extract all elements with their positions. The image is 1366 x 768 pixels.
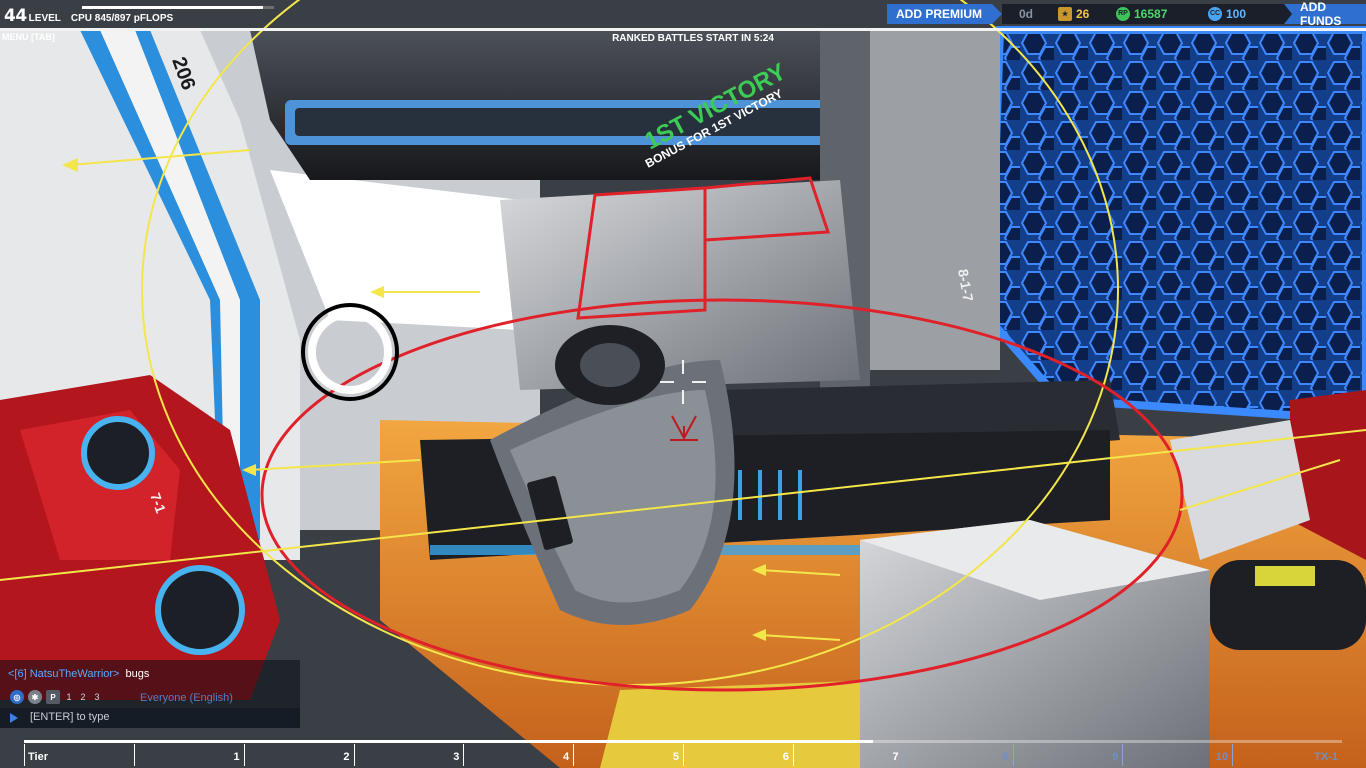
chat-message: <[6] NatsuTheWarrior> bugs (8, 668, 149, 680)
tier-label-3: 3 (353, 744, 464, 766)
game-viewport: 1ST VICTORY BONUS FOR 1ST VICTORY 206 7-… (0, 0, 1366, 768)
cc-coin-icon: CC (1208, 6, 1222, 21)
chat-arrow-icon (10, 713, 18, 723)
tier-label-8: 8 (902, 744, 1013, 766)
tier-label-11: TX-1 (1232, 744, 1342, 766)
chat-tab-1[interactable]: 1 (64, 692, 74, 702)
chat-input-placeholder: [ENTER] to type (30, 711, 110, 723)
robits-counter: RP 16587 (1108, 3, 1200, 24)
currency-bar: ADD PREMIUM 0d ★ 26 RP 16587 CC 100 ADD … (887, 0, 1366, 28)
chat-author[interactable]: <[6] NatsuTheWarrior> (8, 668, 119, 680)
ranked-countdown: RANKED BATTLES START IN 5:24 (612, 33, 774, 44)
tier-label-4: 4 (463, 744, 573, 766)
tier-label-2: 2 (243, 744, 354, 766)
cpu-usage-fill (82, 6, 263, 9)
level-label: LEVEL (28, 13, 61, 24)
rp-coin-icon: RP (1116, 6, 1130, 21)
tier-progress-bar: Tier 1 2 3 4 5 6 7 8 9 10 TX-1 (24, 740, 1342, 768)
tier-label-0: Tier (24, 744, 134, 766)
cosmetic-credits-counter: CC 100 (1200, 3, 1284, 24)
cpu-readout: CPU 845/897 pFLOPS (70, 13, 174, 24)
chat-tab-2[interactable]: 2 (78, 692, 88, 702)
cosmetic-credits-count: 100 (1226, 6, 1247, 21)
medal-count: 26 (1076, 6, 1090, 21)
add-premium-button[interactable]: ADD PREMIUM (887, 3, 1002, 24)
level-number: 44 (4, 6, 27, 26)
tier-label-9: 9 (1012, 744, 1123, 766)
tier-fill (24, 740, 873, 743)
garage-scene: 1ST VICTORY BONUS FOR 1ST VICTORY 206 7-… (0, 0, 1366, 768)
tier-label-5: 5 (573, 744, 683, 766)
medal-counter: ★ 26 (1050, 3, 1108, 24)
tier-label-7: 7 (792, 744, 903, 766)
medal-icon: ★ (1058, 6, 1072, 21)
globe-icon[interactable]: ◎ (10, 690, 24, 704)
chat-input[interactable]: [ENTER] to type (0, 708, 300, 728)
tier-label-1: 1 (133, 744, 244, 766)
chat-panel: <[6] NatsuTheWarrior> bugs ◎ ✱ P 1 2 3 E… (0, 660, 300, 730)
chat-channel-label: Everyone (English) (140, 692, 233, 704)
add-funds-button[interactable]: ADD FUNDS (1284, 0, 1366, 28)
add-funds-label: ADD FUNDS (1300, 0, 1342, 28)
chat-tab-3[interactable]: 3 (92, 692, 102, 702)
top-divider (0, 28, 1366, 31)
party-icon[interactable]: P (46, 690, 60, 704)
chat-channel-tabs: ◎ ✱ P 1 2 3 (10, 690, 102, 704)
add-premium-label: ADD PREMIUM (896, 6, 982, 21)
premium-days: 0d (1002, 3, 1050, 24)
cpu-usage-bar (82, 6, 274, 9)
accessibility-icon[interactable]: ✱ (28, 690, 42, 704)
tier-label-6: 6 (683, 744, 793, 766)
robits-count: 16587 (1134, 6, 1168, 21)
tier-label-10: 10 (1122, 744, 1232, 766)
chat-message-text: bugs (125, 668, 150, 680)
